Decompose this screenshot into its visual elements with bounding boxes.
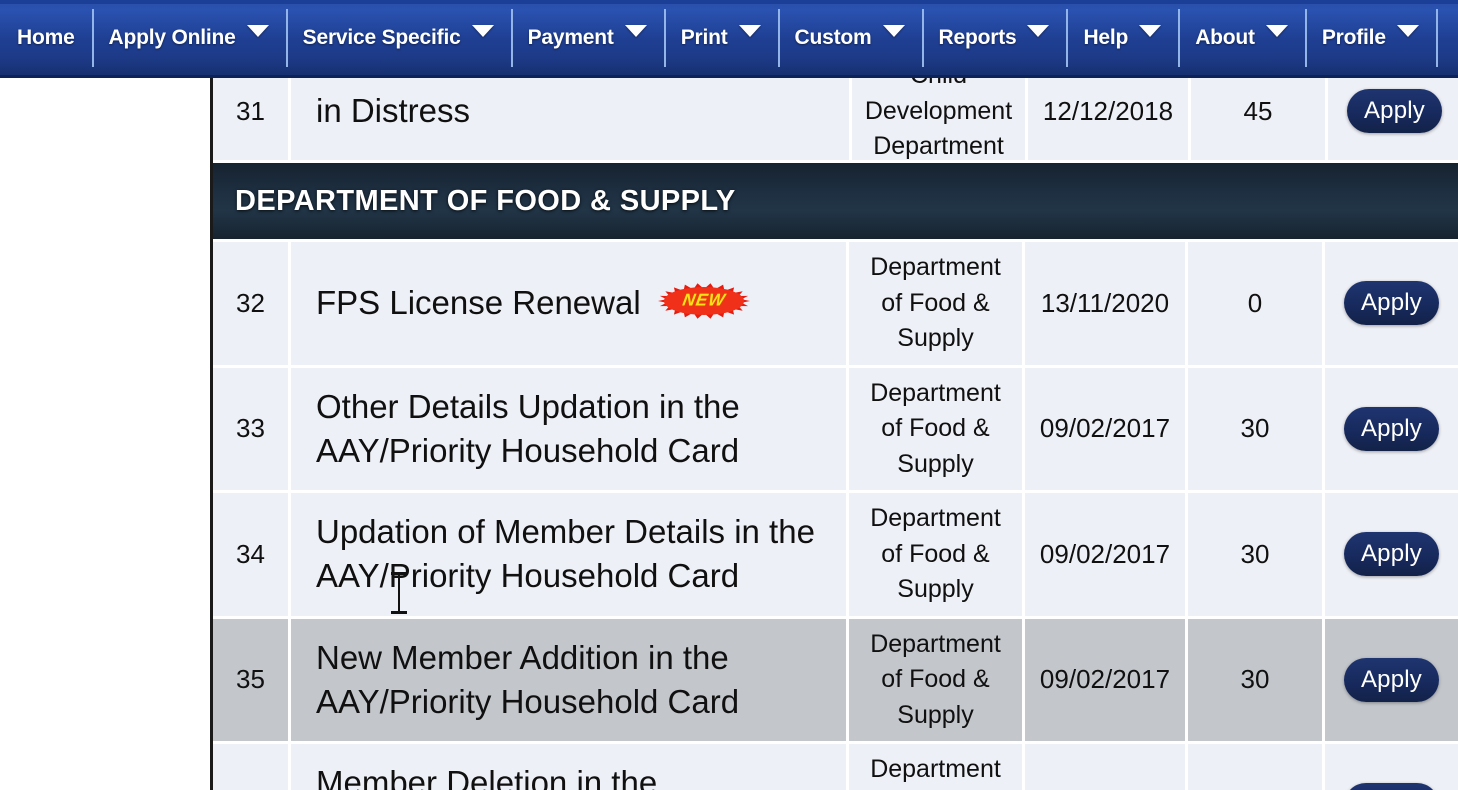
- row-service-name[interactable]: Updation of Member Details in the AAY/Pr…: [288, 493, 849, 616]
- table-row[interactable]: 34 Updation of Member Details in the AAY/…: [213, 493, 1458, 619]
- row-service-name[interactable]: Other Details Updation in the AAY/Priori…: [288, 367, 849, 490]
- nav-item-reports[interactable]: Reports: [921, 7, 1067, 69]
- nav-item-label: Home: [17, 25, 75, 49]
- row-service-name[interactable]: Member Deletion in the AAY/Priority Hous…: [288, 744, 849, 790]
- row-count: 45: [1191, 78, 1328, 160]
- chevron-down-icon[interactable]: [882, 24, 905, 37]
- nav-item-label: Print: [680, 25, 728, 49]
- nav-item-profile[interactable]: Profile: [1304, 7, 1436, 69]
- row-count: 30: [1188, 493, 1325, 616]
- table-row[interactable]: 36 Member Deletion in the AAY/Priority Ho…: [213, 744, 1458, 790]
- row-action-cell: Apply: [1325, 618, 1458, 741]
- table-row[interactable]: 35 New Member Addition in the AAY/Priorit…: [213, 618, 1458, 744]
- nav-item-label: Help: [1083, 25, 1129, 49]
- apply-button[interactable]: Apply: [1344, 783, 1439, 790]
- services-table: 31 in Distress Child Development Departmen…: [210, 78, 1458, 790]
- row-service-name[interactable]: in Distress: [288, 78, 852, 160]
- row-serial-number: 36: [213, 744, 288, 790]
- row-date: 13/11/2020: [1025, 242, 1188, 365]
- new-badge: NEW: [657, 282, 751, 320]
- chevron-down-icon[interactable]: [1265, 24, 1288, 37]
- table-body: 32 FPS License Renewal NEW Department of Fo…: [213, 242, 1458, 790]
- chevron-down-icon[interactable]: [1027, 24, 1050, 37]
- row-service-name[interactable]: FPS License Renewal NEW: [288, 242, 849, 365]
- page-content: 31 in Distress Child Development Departmen…: [0, 78, 1458, 790]
- row-service-name-text: New Member Addition in the AAY/Priority …: [316, 638, 740, 720]
- nav-empty-tail: [1435, 7, 1458, 69]
- nav-item-help[interactable]: Help: [1066, 7, 1178, 69]
- row-department: Child Development Department: [852, 78, 1028, 160]
- row-department: Department of Food & Supply: [849, 493, 1025, 616]
- chevron-down-icon[interactable]: [1139, 24, 1162, 37]
- chevron-down-icon[interactable]: [624, 24, 647, 37]
- main-navigation-bar: Home Apply Online Service Specific Payment P…: [0, 0, 1458, 78]
- new-badge-label: NEW: [680, 290, 727, 310]
- nav-item-label: Custom: [794, 25, 872, 49]
- chevron-down-icon[interactable]: [246, 24, 269, 37]
- apply-button[interactable]: Apply: [1344, 406, 1439, 451]
- nav-item-about[interactable]: About: [1178, 7, 1305, 69]
- row-count: 30: [1188, 744, 1325, 790]
- row-date: 09/02/2017: [1025, 367, 1188, 490]
- row-serial-number: 33: [236, 413, 265, 444]
- row-serial-number: 32: [236, 287, 265, 318]
- row-service-name-text: FPS License Renewal: [316, 284, 641, 322]
- row-action-cell: Apply: [1325, 242, 1458, 365]
- chevron-down-icon[interactable]: [738, 24, 761, 37]
- apply-button[interactable]: Apply: [1344, 532, 1439, 577]
- row-service-name-text: in Distress: [316, 92, 471, 130]
- chevron-down-icon[interactable]: [471, 24, 494, 37]
- row-service-name-text: Other Details Updation in the AAY/Priori…: [316, 387, 740, 469]
- row-date: 12/12/2018: [1028, 78, 1191, 160]
- row-department: Department of Food & Supply: [849, 618, 1025, 741]
- apply-button[interactable]: Apply: [1344, 657, 1439, 702]
- row-serial-number: 34: [236, 538, 265, 569]
- nav-item-label: Profile: [1321, 25, 1386, 49]
- row-action-cell: Apply: [1325, 744, 1458, 790]
- row-action-cell: Apply: [1328, 78, 1458, 160]
- row-serial-number: 31: [236, 95, 265, 126]
- chevron-down-icon[interactable]: [1396, 24, 1419, 37]
- apply-button[interactable]: Apply: [1344, 281, 1439, 326]
- row-count: 30: [1188, 367, 1325, 490]
- apply-button[interactable]: Apply: [1347, 89, 1442, 134]
- row-service-name-text: Member Deletion in the AAY/Priority Hous…: [316, 764, 658, 790]
- row-count: 0: [1188, 242, 1325, 365]
- table-row-last-clipped: 36 Member Deletion in the AAY/Priority Ho…: [213, 744, 1458, 790]
- table-row[interactable]: 32 FPS License Renewal NEW Department of Fo…: [213, 242, 1458, 368]
- row-date: 09/02/2017: [1025, 618, 1188, 741]
- nav-item-payment[interactable]: Payment: [510, 7, 664, 69]
- table-row[interactable]: 31 in Distress Child Development Departmen…: [213, 78, 1458, 160]
- nav-item-custom[interactable]: Custom: [777, 7, 922, 69]
- row-department: Department of Food & Supply: [849, 367, 1025, 490]
- nav-item-service-specific[interactable]: Service Specific: [285, 7, 511, 69]
- table-row-clipped[interactable]: 31 in Distress Child Development Departmen…: [213, 78, 1458, 160]
- row-count: 30: [1188, 618, 1325, 741]
- row-action-cell: Apply: [1325, 493, 1458, 616]
- nav-item-label: Apply Online: [108, 25, 236, 49]
- nav-item-home[interactable]: Home: [0, 7, 92, 69]
- section-header-food-supply: DEPARTMENT OF FOOD & SUPPLY: [213, 160, 1458, 242]
- row-action-cell: Apply: [1325, 367, 1458, 490]
- nav-item-print[interactable]: Print: [663, 7, 778, 69]
- row-department: Department of Food & Supply: [849, 242, 1025, 365]
- row-service-name[interactable]: New Member Addition in the AAY/Priority …: [288, 618, 849, 741]
- nav-item-label: Payment: [527, 25, 614, 49]
- row-serial-number: 35: [236, 664, 265, 695]
- row-date: 09/02/2017: [1025, 744, 1188, 790]
- row-department: Department of Food & Supply: [849, 744, 1025, 790]
- nav-item-label: Reports: [938, 25, 1017, 49]
- row-service-name-text: Updation of Member Details in the AAY/Pr…: [316, 513, 815, 595]
- row-date: 09/02/2017: [1025, 493, 1188, 616]
- nav-item-label: About: [1195, 25, 1255, 49]
- nav-item-label: Service Specific: [302, 25, 461, 49]
- table-row[interactable]: 33 Other Details Updation in the AAY/Prio…: [213, 367, 1458, 493]
- nav-item-apply-online[interactable]: Apply Online: [91, 7, 286, 69]
